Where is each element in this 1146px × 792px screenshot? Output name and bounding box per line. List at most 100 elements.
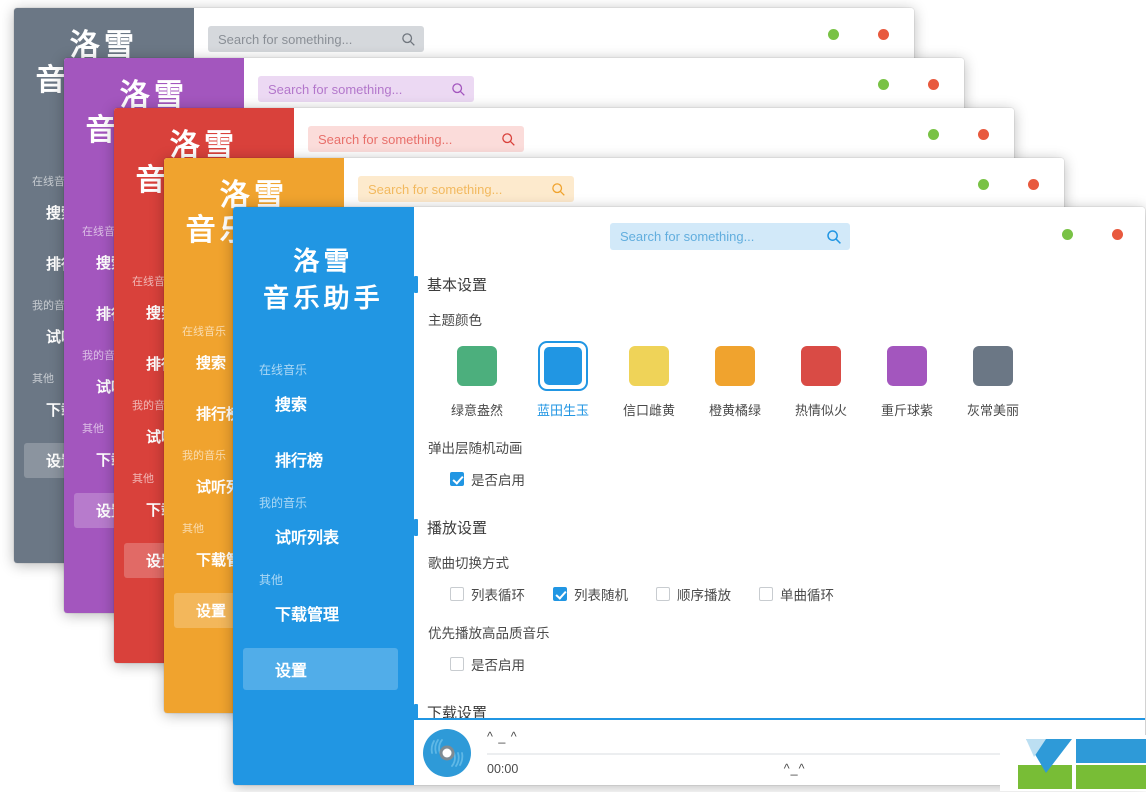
swatch-frame: [624, 341, 674, 391]
switch-mode-checkbox-1[interactable]: 列表循环: [450, 584, 525, 604]
search-input[interactable]: Search for something...: [610, 223, 850, 250]
checkbox-label: 是否启用: [471, 469, 525, 489]
checkbox-box[interactable]: [759, 587, 773, 601]
app-brand: 洛雪 音乐助手: [233, 207, 414, 317]
checkbox-label: 单曲循环: [780, 584, 834, 604]
minimize-button[interactable]: [928, 129, 939, 140]
switch-mode-label: 歌曲切换方式: [428, 552, 1121, 572]
theme-color-label: 主题颜色: [428, 309, 1121, 329]
swatch-color-chip: [715, 346, 755, 386]
search-placeholder: Search for something...: [268, 82, 451, 97]
swatch-color-chip: [457, 346, 497, 386]
search-icon: [401, 32, 416, 47]
switch-mode-checkbox-3[interactable]: 顺序播放: [656, 584, 731, 604]
checkbox-box[interactable]: [656, 587, 670, 601]
switch-mode-checkbox-4[interactable]: 单曲循环: [759, 584, 834, 604]
section-title: 下载设置: [427, 702, 487, 718]
popup-animation-label: 弹出层随机动画: [428, 437, 1121, 457]
theme-swatch-3[interactable]: 信口雌黄: [606, 341, 692, 419]
swatch-name: 重斤球紫: [881, 400, 933, 419]
brand-line-1: 洛雪: [233, 243, 414, 280]
search-area: Search for something...: [610, 223, 850, 250]
checkbox-box[interactable]: [450, 472, 464, 486]
theme-swatch-5[interactable]: 热情似火: [778, 341, 864, 419]
theme-swatch-2[interactable]: 蓝田生玉: [520, 341, 606, 419]
sidebar-group-title: 在线音乐: [259, 361, 414, 378]
spacer: [414, 495, 1121, 517]
sidebar-item-1-2[interactable]: 排行榜: [243, 438, 398, 480]
sidebar-item-2-1[interactable]: 试听列表: [243, 515, 398, 557]
sidebar-group: 在线音乐搜索排行榜: [233, 361, 414, 480]
checkbox-label: 顺序播放: [677, 584, 731, 604]
search-area: Search for something...: [258, 76, 474, 102]
section-accent-bar: [414, 519, 418, 536]
switch-mode-options: 列表循环 列表随机 顺序播放 单曲循环: [450, 584, 1121, 604]
search-area: Search for something...: [308, 126, 524, 152]
swatch-color-chip: [973, 346, 1013, 386]
search-input[interactable]: Search for something...: [258, 76, 474, 102]
swatch-color-chip: [801, 346, 841, 386]
search-input[interactable]: Search for something...: [208, 26, 424, 52]
swatch-color-chip: [629, 346, 669, 386]
minimize-button[interactable]: [878, 79, 889, 90]
sidebar: 洛雪 音乐助手 在线音乐搜索排行榜我的音乐试听列表其他下载管理设置: [233, 207, 414, 785]
spacer: [414, 604, 1121, 622]
close-button[interactable]: [878, 29, 889, 40]
popup-animation-checkbox[interactable]: 是否启用: [450, 469, 525, 489]
section-playback-settings: 播放设置: [414, 517, 1121, 538]
brand-line-2: 音乐助手: [233, 280, 414, 317]
current-time: 00:00: [487, 762, 518, 776]
minimize-button[interactable]: [1062, 229, 1073, 240]
close-button[interactable]: [1028, 179, 1039, 190]
section-accent-bar: [414, 276, 418, 293]
theme-swatch-6[interactable]: 重斤球紫: [864, 341, 950, 419]
theme-swatch-7[interactable]: 灰常美丽: [950, 341, 1036, 419]
app-stage: 洛雪 音乐助手 在线音乐搜索排行榜我的音乐试听列表其他下载管理设置 Search…: [0, 0, 1146, 792]
sidebar-group: 其他下载管理设置: [233, 571, 414, 690]
theme-color-swatches: 绿意盎然 蓝田生玉 信口雌黄橙黄橘绿热情似火重斤球紫 灰常美丽: [434, 341, 1121, 419]
section-accent-bar: [414, 704, 418, 718]
close-button[interactable]: [928, 79, 939, 90]
search-input[interactable]: Search for something...: [358, 176, 574, 202]
swatch-name: 蓝田生玉: [537, 400, 589, 419]
vinyl-disc-icon[interactable]: [421, 727, 473, 779]
checkbox-label: 列表随机: [574, 584, 628, 604]
high-quality-row: 是否启用: [450, 654, 1121, 674]
checkbox-box[interactable]: [553, 587, 567, 601]
high-quality-checkbox[interactable]: 是否启用: [450, 654, 525, 674]
theme-swatch-4[interactable]: 橙黄橘绿: [692, 341, 778, 419]
search-icon: [826, 229, 842, 245]
sidebar-item-3-2[interactable]: 设置: [243, 648, 398, 690]
section-download-settings: 下载设置: [414, 702, 1121, 718]
window-controls: [828, 29, 889, 40]
swatch-frame: [968, 341, 1018, 391]
sidebar-group-title: 我的音乐: [259, 494, 414, 511]
active-window-settings[interactable]: 洛雪 音乐助手 在线音乐搜索排行榜我的音乐试听列表其他下载管理设置 Search…: [233, 207, 1145, 785]
sidebar-item-1-1[interactable]: 搜索: [243, 382, 398, 424]
theme-swatch-1[interactable]: 绿意盎然: [434, 341, 520, 419]
corner-logo-icon: [1000, 735, 1146, 791]
sidebar-nav: 在线音乐搜索排行榜我的音乐试听列表其他下载管理设置: [233, 361, 414, 690]
close-button[interactable]: [978, 129, 989, 140]
minimize-button[interactable]: [828, 29, 839, 40]
sidebar-item-3-1[interactable]: 下载管理: [243, 592, 398, 634]
checkbox-box[interactable]: [450, 657, 464, 671]
swatch-name: 绿意盎然: [451, 400, 503, 419]
swatch-name: 灰常美丽: [967, 400, 1019, 419]
close-button[interactable]: [1112, 229, 1123, 240]
window-controls: [978, 179, 1039, 190]
swatch-color-chip: [887, 346, 927, 386]
search-area: Search for something...: [358, 176, 574, 202]
search-area: Search for something...: [208, 26, 424, 52]
high-quality-label: 优先播放高品质音乐: [428, 622, 1121, 642]
window-controls: [1062, 229, 1123, 240]
checkbox-box[interactable]: [450, 587, 464, 601]
search-placeholder: Search for something...: [218, 32, 401, 47]
swatch-name: 信口雌黄: [623, 400, 675, 419]
minimize-button[interactable]: [978, 179, 989, 190]
switch-mode-checkbox-2[interactable]: 列表随机: [553, 584, 628, 604]
search-icon: [451, 82, 466, 97]
search-input[interactable]: Search for something...: [308, 126, 524, 152]
window-body: Search for something... 基本设置 主题颜色: [414, 207, 1145, 785]
search-icon: [551, 182, 566, 197]
